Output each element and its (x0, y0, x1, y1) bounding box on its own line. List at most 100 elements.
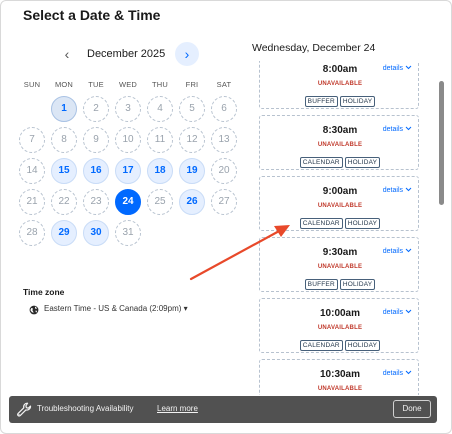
slot-tags: CALENDAR HOLIDAY (260, 212, 420, 230)
slot-status: UNAVAILABLE (317, 386, 363, 392)
scrollbar-thumb[interactable] (439, 81, 444, 205)
slot-details-link[interactable]: details (383, 126, 412, 133)
slot-status: UNAVAILABLE (317, 203, 363, 209)
timezone-selector[interactable]: Eastern Time - US & Canada (2:09pm) ▾ (29, 303, 229, 317)
calendar-day[interactable]: 19 (179, 158, 205, 184)
calendar-day[interactable]: 31 (115, 220, 141, 246)
weekday-label: THU (151, 80, 168, 89)
calendar-day[interactable]: 10 (115, 127, 141, 153)
next-month-button[interactable]: › (175, 42, 199, 66)
weekday-label: WED (118, 80, 138, 89)
slot-tags: CALENDAR HOLIDAY (260, 151, 420, 169)
calendar-day[interactable]: 13 (211, 127, 237, 153)
weekday-label: SAT (216, 80, 232, 89)
globe-icon (29, 305, 39, 315)
time-slot[interactable]: 8:00am details UNAVAILABLE BUFFER HOLIDAY (259, 61, 419, 109)
calendar-grid: 1 2 3 4 5 6 7 8 9 10 11 12 13 14 15 16 17 18 19 20 21 22 23 24 2… (17, 96, 241, 266)
weekday-label: MON (54, 80, 74, 89)
time-slot[interactable]: 9:00am details UNAVAILABLE CALENDAR HOLIDAY (259, 176, 419, 231)
reason-badge: BUFFER (304, 96, 338, 107)
calendar-day[interactable]: 1 (51, 96, 77, 122)
reason-badge: HOLIDAY (344, 340, 381, 351)
slot-details-link[interactable]: details (383, 248, 412, 255)
reason-badge: HOLIDAY (339, 96, 376, 107)
calendar-day[interactable]: 23 (83, 189, 109, 215)
previous-month-button[interactable]: ‹ (57, 43, 77, 65)
chevron-down-icon (405, 370, 412, 375)
slot-status: UNAVAILABLE (317, 142, 363, 148)
time-slot[interactable]: 8:30am details UNAVAILABLE CALENDAR HOLIDAY (259, 115, 419, 170)
calendar-day[interactable]: 29 (51, 220, 77, 246)
scheduling-panel: Select a Date & Time ‹ December 2025 › S… (0, 0, 452, 434)
calendar-day[interactable]: 17 (115, 158, 141, 184)
calendar-day[interactable]: 14 (19, 158, 45, 184)
calendar-day[interactable]: 22 (51, 189, 77, 215)
slot-status: UNAVAILABLE (317, 325, 363, 331)
page-title: Select a Date & Time (23, 7, 161, 23)
details-label: details (382, 248, 403, 255)
calendar-day[interactable]: 9 (83, 127, 109, 153)
calendar-day[interactable]: 30 (83, 220, 109, 246)
details-label: details (382, 309, 403, 316)
reason-badge: CALENDAR (299, 157, 343, 168)
reason-badge: BUFFER (304, 279, 338, 290)
month-label: December 2025 (87, 48, 166, 60)
troubleshooting-bar: Troubleshooting Availability Learn more … (9, 396, 437, 423)
chevron-down-icon (405, 309, 412, 314)
chevron-down-icon (405, 248, 412, 253)
reason-badge: HOLIDAY (339, 279, 376, 290)
calendar-day-selected[interactable]: 24 (115, 189, 141, 215)
reason-badge: CALENDAR (299, 340, 343, 351)
slot-details-link[interactable]: details (383, 370, 412, 377)
calendar-day[interactable]: 15 (51, 158, 77, 184)
troubleshooting-text: Troubleshooting Availability (37, 404, 134, 413)
done-button[interactable]: Done (393, 400, 431, 418)
calendar-day[interactable]: 4 (147, 96, 173, 122)
calendar-day[interactable]: 16 (83, 158, 109, 184)
weekday-label: TUE (88, 80, 104, 89)
slot-status: UNAVAILABLE (317, 264, 363, 270)
calendar-day[interactable]: 18 (147, 158, 173, 184)
chevron-down-icon (405, 65, 412, 70)
slot-tags: BUFFER HOLIDAY (260, 90, 420, 108)
slot-details-link[interactable]: details (383, 309, 412, 316)
details-label: details (382, 370, 403, 377)
chevron-down-icon (405, 126, 412, 131)
time-slot[interactable]: 10:30am details UNAVAILABLE (259, 359, 419, 395)
reason-badge: CALENDAR (299, 218, 343, 229)
chevron-down-icon (405, 187, 412, 192)
calendar-day[interactable]: 25 (147, 189, 173, 215)
calendar-day[interactable]: 27 (211, 189, 237, 215)
calendar-day[interactable]: 20 (211, 158, 237, 184)
calendar-day[interactable]: 21 (19, 189, 45, 215)
slot-details-link[interactable]: details (383, 65, 412, 72)
time-slot-list: 8:00am details UNAVAILABLE BUFFER HOLIDAY 8:3… (259, 61, 421, 395)
calendar-day[interactable]: 12 (179, 127, 205, 153)
chevron-down-icon: ▾ (183, 304, 188, 313)
slot-tags: BUFFER HOLIDAY (260, 273, 420, 291)
weekday-header: SUN MON TUE WED THU FRI SAT (17, 80, 241, 92)
details-label: details (382, 65, 403, 72)
slot-status: UNAVAILABLE (317, 81, 363, 87)
details-label: details (382, 187, 403, 194)
weekday-label: FRI (185, 80, 199, 89)
selected-date-heading: Wednesday, December 24 (252, 42, 376, 54)
wrench-icon (17, 402, 32, 417)
timezone-value: Eastern Time - US & Canada (2:09pm) (44, 304, 182, 313)
timezone-label: Time zone (23, 287, 65, 297)
calendar-day[interactable]: 8 (51, 127, 77, 153)
calendar-day[interactable]: 28 (19, 220, 45, 246)
calendar-day[interactable]: 6 (211, 96, 237, 122)
learn-more-link[interactable]: Learn more (157, 404, 198, 413)
reason-badge: HOLIDAY (344, 157, 381, 168)
calendar-day[interactable]: 3 (115, 96, 141, 122)
calendar-day[interactable]: 2 (83, 96, 109, 122)
calendar-day[interactable]: 7 (19, 127, 45, 153)
time-slot[interactable]: 9:30am details UNAVAILABLE BUFFER HOLIDAY (259, 237, 419, 292)
calendar-day[interactable]: 5 (179, 96, 205, 122)
weekday-label: SUN (23, 80, 41, 89)
calendar-day[interactable]: 11 (147, 127, 173, 153)
calendar-day[interactable]: 26 (179, 189, 205, 215)
slot-details-link[interactable]: details (383, 187, 412, 194)
time-slot[interactable]: 10:00am details UNAVAILABLE CALENDAR HOLIDAY (259, 298, 419, 353)
